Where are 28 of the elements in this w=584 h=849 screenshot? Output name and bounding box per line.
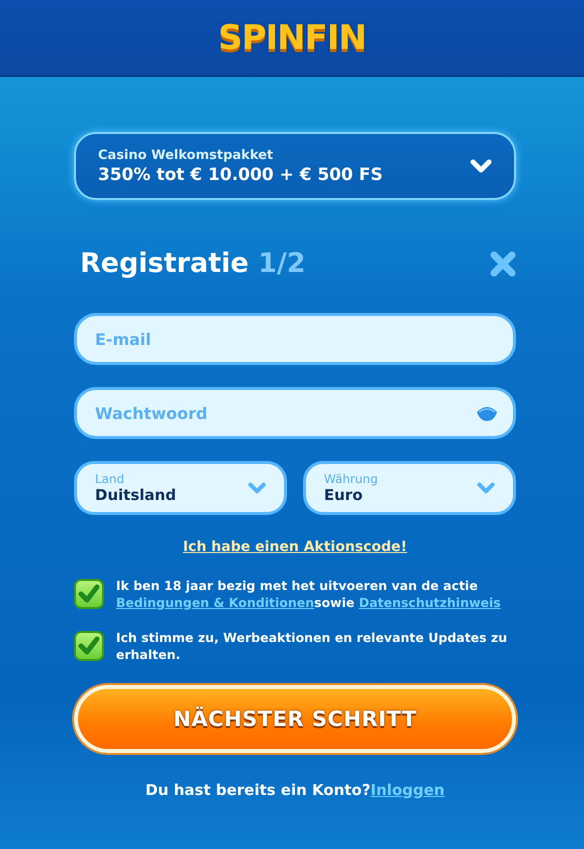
login-link[interactable]: Inloggen: [370, 781, 445, 799]
chevron-down-icon: [470, 158, 492, 174]
password-field[interactable]: Wachtwoord: [74, 387, 516, 439]
bonus-label: Casino Welkomstpakket: [98, 148, 274, 162]
close-button[interactable]: [490, 250, 516, 276]
consent-text: Ich stimme zu, Werbeaktionen en relevante Updates zu erhalten.: [116, 629, 508, 663]
select-value: Euro: [324, 486, 364, 504]
select-value: Duitsland: [95, 486, 176, 504]
next-step-button[interactable]: NÄCHSTER SCHRITT: [74, 685, 516, 753]
checkbox[interactable]: [74, 631, 104, 661]
consent-text: Ik ben 18 jaar bezig met het uitvoeren van de actie Bedingungen & Konditionensowie Datenschutzhinweis: [116, 577, 502, 611]
select-label: Land: [95, 472, 126, 486]
select-label: Währung: [324, 472, 378, 486]
bonus-value: 350% tot € 10.000 + € 500 FS: [98, 164, 383, 184]
promo-code-link[interactable]: Ich habe einen Aktionscode!: [182, 539, 408, 555]
chevron-down-icon: [248, 481, 266, 495]
terms-link[interactable]: Bedingungen & Konditionen: [116, 595, 314, 610]
terms-link[interactable]: Datenschutzhinweis: [358, 595, 501, 610]
select-field[interactable]: Land Duitsland: [74, 461, 287, 515]
select-field[interactable]: Währung Euro: [303, 461, 516, 515]
eye-icon[interactable]: [476, 404, 498, 422]
form-title: Registratie 1/2: [80, 248, 306, 279]
chevron-down-icon: [477, 481, 495, 495]
email-field[interactable]: E-mail: [74, 313, 516, 365]
logo[interactable]: SPINFIN: [218, 18, 366, 58]
checkbox[interactable]: [74, 579, 104, 609]
footer-text: Du hast bereits ein Konto?: [145, 781, 371, 799]
bonus-dropdown[interactable]: Casino Welkomstpakket 350% tot € 10.000 + € 500 FS: [74, 132, 516, 200]
